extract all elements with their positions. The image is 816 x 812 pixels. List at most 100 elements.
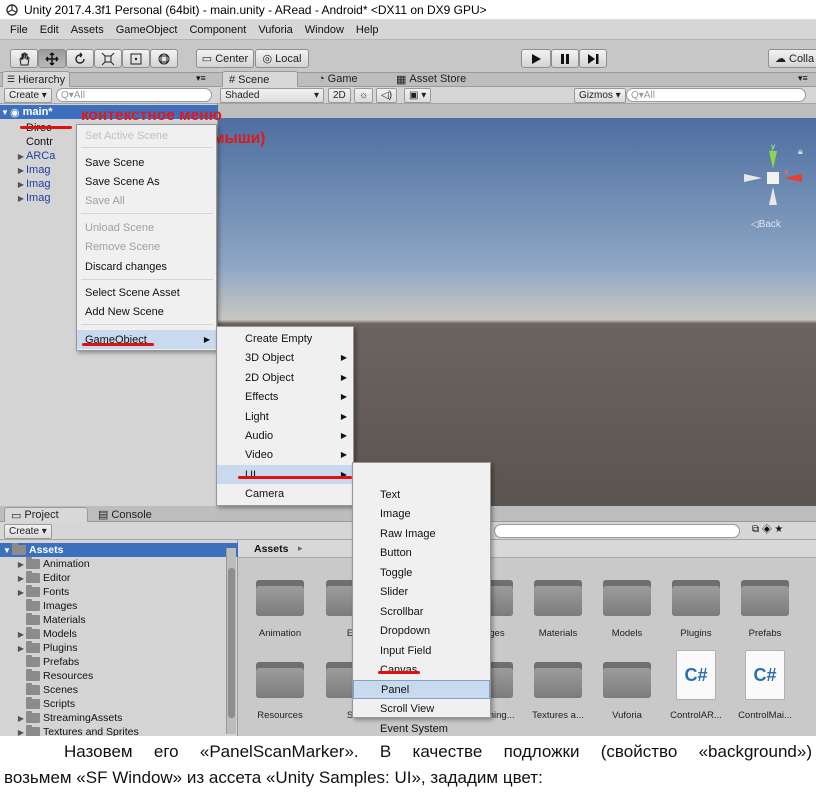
menu-item-video[interactable]: Video ▶	[217, 445, 353, 464]
folder-tree-item[interactable]: Materials	[0, 613, 238, 627]
folder-tree-item[interactable]: ▶ Models	[0, 627, 238, 641]
shading-mode-dropdown[interactable]: Shaded ▾	[220, 88, 324, 103]
menu-item-canvas[interactable]: Canvas	[353, 661, 490, 680]
folder-tree-item[interactable]: Scenes	[0, 683, 238, 697]
hand-tool-button[interactable]	[10, 49, 38, 68]
menu-item-light[interactable]: Light ▶	[217, 407, 353, 426]
menu-item-image[interactable]: Image	[353, 505, 490, 524]
step-button[interactable]	[579, 49, 607, 68]
scene-search-input[interactable]: Q▾All	[626, 88, 806, 102]
menu-component[interactable]: Component	[183, 24, 252, 36]
filter-icons[interactable]: ⧉ ◈ ★	[752, 524, 783, 535]
transform-tool-button[interactable]	[150, 49, 178, 68]
folder-tree-item[interactable]: Prefabs	[0, 655, 238, 669]
menu-vuforia[interactable]: Vuforia	[252, 24, 298, 36]
project-create-button[interactable]: Create ▾	[4, 524, 52, 539]
play-button[interactable]	[521, 49, 551, 68]
folder-tree-item[interactable]: ▶ StreamingAssets	[0, 711, 238, 725]
breadcrumb-assets[interactable]: Assets	[254, 543, 288, 555]
expand-arrow-icon[interactable]: ▶	[16, 644, 26, 653]
menu-item-discard-changes[interactable]: Discard changes	[77, 257, 216, 276]
menu-item-slider[interactable]: Slider	[353, 583, 490, 602]
menu-item-2d-object[interactable]: 2D Object ▶	[217, 368, 353, 387]
menu-item-effects[interactable]: Effects ▶	[217, 387, 353, 406]
collab-button[interactable]: ☁ Colla	[768, 49, 816, 68]
menu-item-audio[interactable]: Audio ▶	[217, 426, 353, 445]
tab-hierarchy[interactable]: ☰ Hierarchy	[2, 71, 71, 87]
2d-toggle[interactable]: 2D	[328, 88, 351, 103]
lighting-toggle[interactable]: ☼	[354, 88, 374, 103]
menu-item-select-scene-asset[interactable]: Select Scene Asset	[77, 283, 216, 302]
menu-gameobject[interactable]: GameObject	[110, 24, 184, 36]
tab-project[interactable]: ▭ Project	[4, 507, 88, 522]
expand-arrow-icon[interactable]: ▶	[16, 630, 26, 639]
scrollbar-thumb[interactable]	[228, 568, 235, 718]
move-tool-button[interactable]	[38, 49, 66, 68]
expand-arrow-icon[interactable]: ▼	[2, 546, 12, 555]
tab-console[interactable]: ▤ Console	[92, 507, 158, 522]
folder-tree-item[interactable]: ▶ Textures and Sprites	[0, 725, 238, 736]
menu-item-gameobject[interactable]: GameObject ▶	[77, 330, 216, 349]
menu-item-toggle[interactable]: Toggle	[353, 563, 490, 582]
hierarchy-search-input[interactable]: Q▾All	[56, 88, 212, 102]
pause-button[interactable]	[551, 49, 579, 68]
folder-tree-item[interactable]: ▶ Editor	[0, 571, 238, 585]
menu-item-scrollbar[interactable]: Scrollbar	[353, 602, 490, 621]
menu-item-set-active-scene[interactable]: Set Active Scene	[77, 126, 216, 145]
menu-window[interactable]: Window	[299, 24, 350, 36]
folder-tree-root[interactable]: ▼ Assets	[0, 543, 238, 557]
menu-file[interactable]: File	[4, 24, 34, 36]
scale-tool-button[interactable]	[94, 49, 122, 68]
expand-arrow-icon[interactable]: ▶	[16, 560, 26, 569]
expand-arrow-icon[interactable]: ▶	[16, 588, 26, 597]
menu-item-3d-object[interactable]: 3D Object ▶	[217, 348, 353, 367]
menu-item-raw-image[interactable]: Raw Image	[353, 524, 490, 543]
menu-item-unload-scene[interactable]: Unload Scene	[77, 218, 216, 237]
tree-scrollbar[interactable]	[226, 548, 236, 734]
menu-item-input-field[interactable]: Input Field	[353, 641, 490, 660]
menu-item-save-scene-as[interactable]: Save Scene As	[77, 172, 216, 191]
menu-item-save-all[interactable]: Save All	[77, 191, 216, 210]
menu-item-button[interactable]: Button	[353, 544, 490, 563]
expand-arrow-icon[interactable]: ▼	[0, 108, 10, 117]
lock-icon[interactable]: 🔒︎	[798, 146, 803, 157]
menu-item-panel[interactable]: Panel	[353, 680, 490, 699]
folder-tree-item[interactable]: Resources	[0, 669, 238, 683]
panel-menu-icon[interactable]: ▾≡	[196, 73, 206, 84]
menu-item-add-new-scene[interactable]: Add New Scene	[77, 302, 216, 321]
expand-arrow-icon[interactable]: ▶	[16, 152, 26, 161]
menu-item-scroll-view[interactable]: Scroll View	[353, 700, 490, 719]
menu-item-ui[interactable]: UI ▶	[217, 465, 353, 484]
tab-scene[interactable]: # Scene	[222, 71, 298, 87]
tab-game[interactable]: ◔ Game	[312, 71, 364, 87]
expand-arrow-icon[interactable]: ▶	[16, 728, 26, 737]
menu-item-event-system[interactable]: Event System	[353, 719, 490, 736]
expand-arrow-icon[interactable]: ▶	[16, 166, 26, 175]
folder-tree-item[interactable]: Scripts	[0, 697, 238, 711]
hierarchy-create-button[interactable]: Create ▾	[4, 88, 52, 103]
panel-menu-icon[interactable]: ▾≡	[798, 73, 808, 84]
expand-arrow-icon[interactable]: ▶	[16, 180, 26, 189]
folder-tree-item[interactable]: Images	[0, 599, 238, 613]
gizmos-dropdown[interactable]: Gizmos ▾	[574, 88, 626, 103]
expand-arrow-icon[interactable]: ▶	[16, 574, 26, 583]
folder-tree-item[interactable]: ▶ Plugins	[0, 641, 238, 655]
rotate-tool-button[interactable]	[66, 49, 94, 68]
tab-asset-store[interactable]: ▦ Asset Store	[390, 71, 472, 87]
pivot-local-button[interactable]: ◎ Local	[255, 49, 309, 68]
pivot-center-button[interactable]: ▭ Center	[196, 49, 254, 68]
menu-item-remove-scene[interactable]: Remove Scene	[77, 237, 216, 256]
expand-arrow-icon[interactable]: ▶	[16, 194, 26, 203]
audio-toggle[interactable]: ◁)	[376, 88, 398, 103]
menu-item-save-scene[interactable]: Save Scene	[77, 153, 216, 172]
menu-item-camera[interactable]: Camera	[217, 484, 353, 503]
menu-assets[interactable]: Assets	[65, 24, 110, 36]
rect-tool-button[interactable]	[122, 49, 150, 68]
menu-item-dropdown[interactable]: Dropdown	[353, 622, 490, 641]
folder-tree-item[interactable]: ▶ Animation	[0, 557, 238, 571]
folder-tree-item[interactable]: ▶ Fonts	[0, 585, 238, 599]
menu-item-text[interactable]: Text	[353, 485, 490, 504]
project-search-input[interactable]	[494, 524, 740, 538]
menu-edit[interactable]: Edit	[34, 24, 65, 36]
menu-item-create-empty[interactable]: Create Empty	[217, 329, 353, 348]
